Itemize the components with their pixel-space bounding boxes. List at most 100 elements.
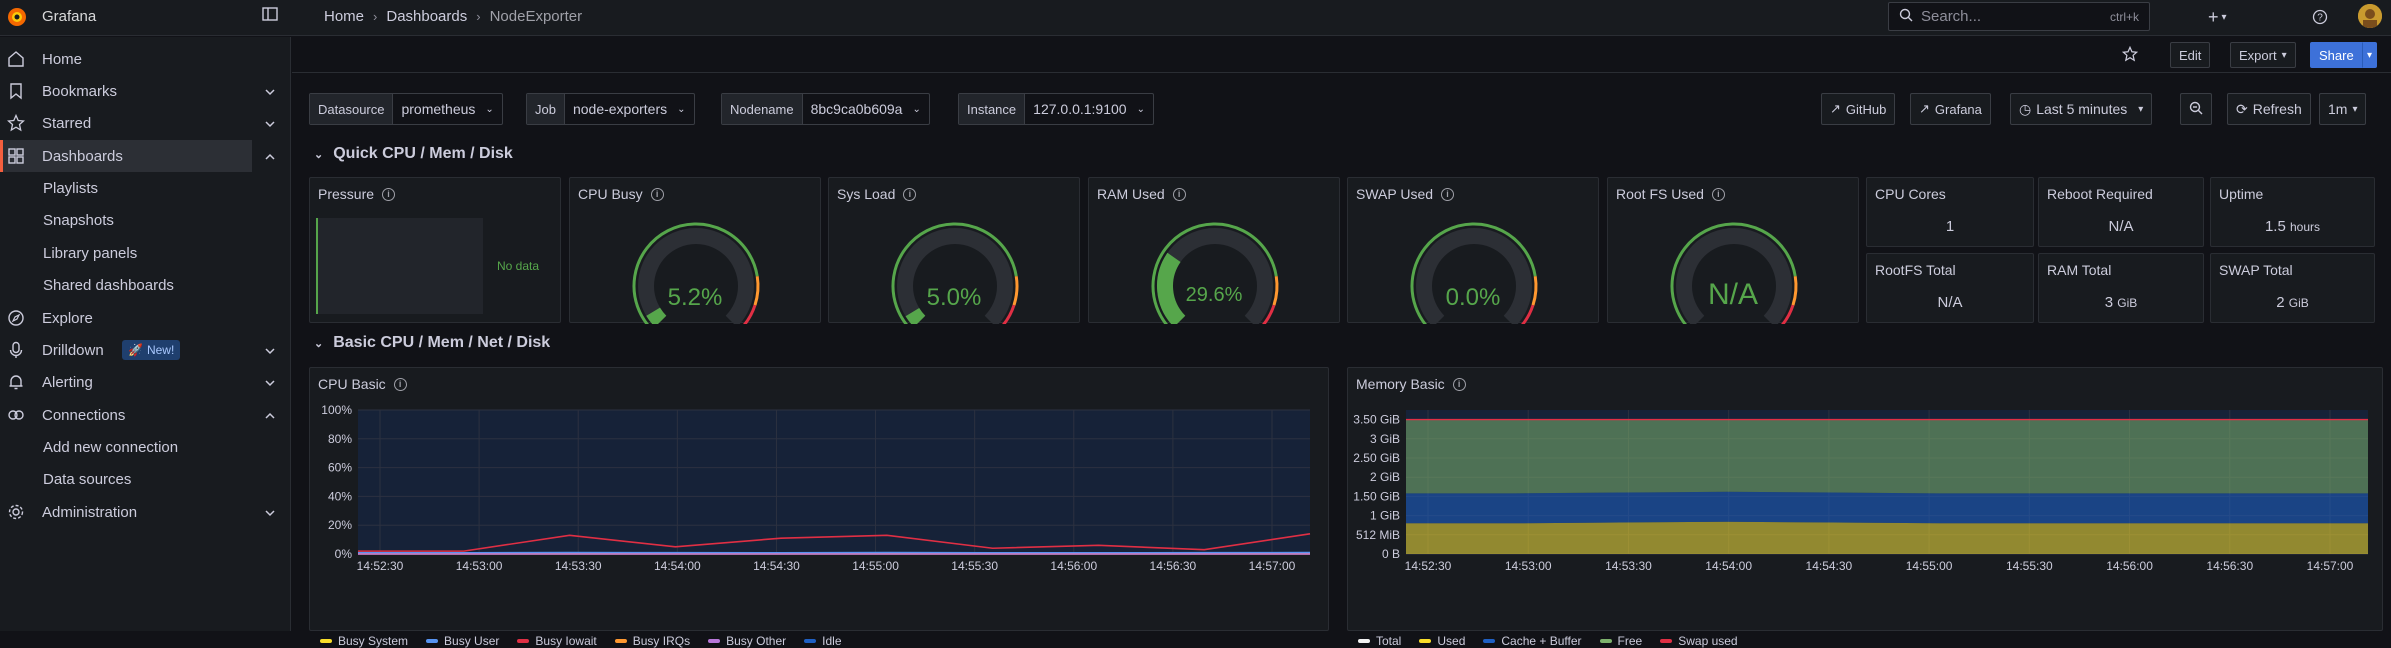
panel-cpu-busy[interactable]: CPU Busyi 5.2% <box>569 177 821 323</box>
y-tick-label: 2.50 GiB <box>1353 451 1400 465</box>
sidebar-item-bookmarks[interactable]: Bookmarks <box>0 75 291 107</box>
panel-sys-load[interactable]: Sys Loadi 5.0% <box>828 177 1080 323</box>
sidebar-item-explore[interactable]: Explore <box>0 302 291 334</box>
zoom-out-button[interactable] <box>2180 93 2212 125</box>
gauge-track <box>1165 236 1265 321</box>
x-tick-label: 14:53:30 <box>555 559 602 573</box>
sidebar-item-starred[interactable]: Starred <box>0 107 291 139</box>
panel-reboot-required[interactable]: Reboot Required N/A <box>2038 177 2204 247</box>
add-new-icon[interactable]: +▾ <box>2208 6 2227 28</box>
sidebar-item-snapshots[interactable]: Snapshots <box>0 204 291 236</box>
edit-button[interactable]: Edit <box>2170 42 2210 68</box>
panel-pressure[interactable]: Pressurei No data <box>309 177 561 323</box>
external-link-icon: ↗ <box>1830 101 1841 117</box>
grafana-link-button[interactable]: ↗Grafana <box>1910 93 1991 125</box>
pressure-bar-gauge <box>316 218 483 314</box>
refresh-interval-picker[interactable]: 1m▾ <box>2319 93 2366 125</box>
legend-item[interactable]: Cache + Buffer <box>1483 634 1581 648</box>
chevron-down-icon[interactable] <box>264 117 276 129</box>
panel-root-fs-used[interactable]: Root FS Usedi N/A <box>1607 177 1859 323</box>
panel-swap-used[interactable]: SWAP Usedi 0.0% <box>1347 177 1599 323</box>
info-icon[interactable]: i <box>1453 378 1466 391</box>
time-range-picker[interactable]: ◷Last 5 minutes▾ <box>2010 93 2152 125</box>
variable-job[interactable]: Job node-exporters⌄ <box>526 93 695 125</box>
user-avatar[interactable] <box>2358 4 2382 28</box>
row-header-basic[interactable]: ⌄ Basic CPU / Mem / Net / Disk <box>314 334 550 352</box>
legend-item[interactable]: Free <box>1600 634 1643 648</box>
x-tick-label: 14:53:30 <box>1605 559 1652 573</box>
chevron-down-icon: ▾ <box>2282 50 2287 61</box>
row-title: Basic CPU / Mem / Net / Disk <box>333 334 550 352</box>
panel-memory-basic[interactable]: Memory Basici 0 B512 MiB1 GiB1.50 GiB2 G… <box>1347 367 2383 631</box>
refresh-button[interactable]: ⟳Refresh <box>2227 93 2311 125</box>
sidebar-dashboards-toggle[interactable] <box>252 140 291 172</box>
external-link-icon: ↗ <box>1919 101 1930 117</box>
share-dropdown-button[interactable]: ▾ <box>2362 42 2377 68</box>
legend-label: Swap used <box>1678 634 1737 648</box>
sidebar-item-administration[interactable]: Administration <box>0 496 291 528</box>
legend-item[interactable]: Idle <box>804 634 841 648</box>
panel-cpu-basic[interactable]: CPU Basici 0%20%40%60%80%100%14:52:3014:… <box>309 367 1329 631</box>
panel-ram-used[interactable]: RAM Usedi 29.6% <box>1088 177 1340 323</box>
chevron-down-icon[interactable] <box>264 376 276 388</box>
legend-item[interactable]: Swap used <box>1660 634 1737 648</box>
legend-item[interactable]: Total <box>1358 634 1401 648</box>
sidebar-item-dashboards[interactable]: Dashboards <box>0 140 252 172</box>
sidebar-item-add-new-connection[interactable]: Add new connection <box>0 431 291 463</box>
sidebar-item-data-sources[interactable]: Data sources <box>0 463 291 495</box>
sidebar-item-label: Administration <box>42 504 137 521</box>
panel-ram-total[interactable]: RAM Total 3 GiB <box>2038 253 2204 323</box>
sidebar-item-shared-dashboards[interactable]: Shared dashboards <box>0 269 291 301</box>
sidebar-item-label: Explore <box>42 310 93 327</box>
sidebar-item-alerting[interactable]: Alerting <box>0 366 291 398</box>
dock-menu-icon[interactable] <box>262 6 280 24</box>
search-input[interactable]: Search... ctrl+k <box>1888 2 2150 31</box>
row-title: Quick CPU / Mem / Disk <box>333 145 513 163</box>
panel-swap-total[interactable]: SWAP Total 2 GiB <box>2210 253 2375 323</box>
sidebar-item-connections[interactable]: Connections <box>0 399 291 431</box>
stat-unit: GiB <box>2289 296 2309 310</box>
info-icon[interactable]: i <box>382 188 395 201</box>
share-button[interactable]: Share <box>2310 42 2363 68</box>
dashboard-main: Edit Export▾ Share ▾ Datasource promethe… <box>292 37 2391 631</box>
help-icon[interactable]: ? <box>2312 6 2328 28</box>
github-link-button[interactable]: ↗GitHub <box>1821 93 1895 125</box>
legend-item[interactable]: Busy IRQs <box>615 634 690 648</box>
legend-item[interactable]: Busy Other <box>708 634 786 648</box>
sidebar-item-home[interactable]: Home <box>0 43 291 75</box>
breadcrumb-dashboards[interactable]: Dashboards <box>386 8 467 25</box>
variable-datasource[interactable]: Datasource prometheus⌄ <box>309 93 503 125</box>
star-dashboard-icon[interactable] <box>2122 46 2138 66</box>
chevron-down-icon: ⌄ <box>677 104 685 115</box>
legend-item[interactable]: Used <box>1419 634 1465 648</box>
export-button[interactable]: Export▾ <box>2230 42 2296 68</box>
sidebar-item-library-panels[interactable]: Library panels <box>0 237 291 269</box>
variable-nodename[interactable]: Nodename 8bc9ca0b609a⌄ <box>721 93 930 125</box>
breadcrumb-home[interactable]: Home <box>324 8 364 25</box>
panel-title: CPU Cores <box>1875 186 1946 202</box>
legend-item[interactable]: Busy User <box>426 634 499 648</box>
x-tick-label: 14:55:00 <box>852 559 899 573</box>
panel-title: RootFS Total <box>1875 262 1956 278</box>
sidebar-item-drilldown[interactable]: Drilldown 🚀New! <box>0 334 291 366</box>
grafana-logo-icon[interactable] <box>6 5 28 29</box>
refresh-icon: ⟳ <box>2236 101 2248 118</box>
legend-label: Busy System <box>338 634 408 648</box>
chevron-up-icon[interactable] <box>264 409 276 421</box>
variable-instance[interactable]: Instance 127.0.0.1:9100⌄ <box>958 93 1154 125</box>
legend-item[interactable]: Busy System <box>320 634 408 648</box>
panel-rootfs-total[interactable]: RootFS Total N/A <box>1866 253 2034 323</box>
info-icon[interactable]: i <box>394 378 407 391</box>
x-tick-label: 14:54:00 <box>1705 559 1752 573</box>
panel-uptime[interactable]: Uptime 1.5 hours <box>2210 177 2375 247</box>
sidebar-item-playlists[interactable]: Playlists <box>0 172 291 204</box>
chevron-down-icon[interactable] <box>264 506 276 518</box>
legend-item[interactable]: Busy Iowait <box>517 634 596 648</box>
panel-cpu-cores[interactable]: CPU Cores 1 <box>1866 177 2034 247</box>
chevron-down-icon[interactable] <box>264 344 276 356</box>
legend-label: Used <box>1437 634 1465 648</box>
sidebar-item-label: Library panels <box>43 245 137 262</box>
row-header-quick[interactable]: ⌄ Quick CPU / Mem / Disk <box>314 145 513 163</box>
x-tick-label: 14:54:00 <box>654 559 701 573</box>
chevron-down-icon[interactable] <box>264 85 276 97</box>
